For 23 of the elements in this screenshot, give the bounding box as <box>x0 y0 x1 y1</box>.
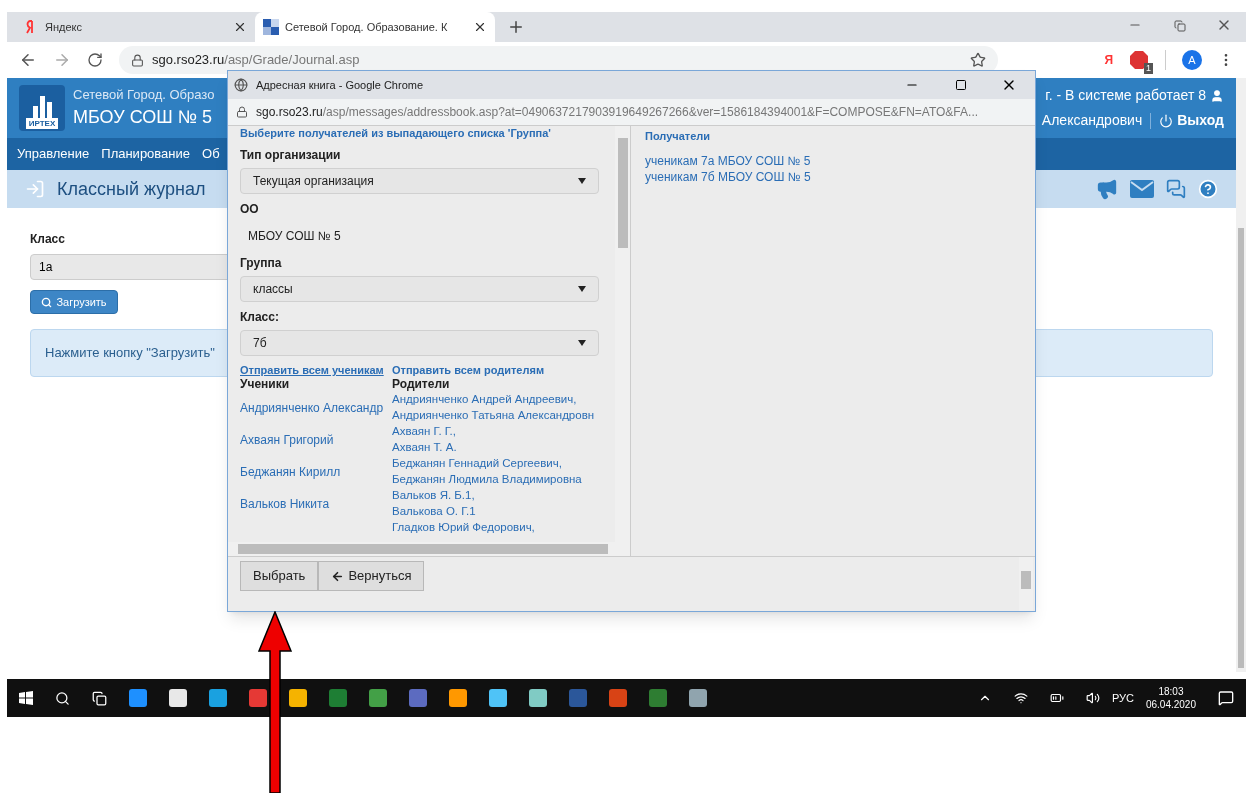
notice-text: Нажмите кнопку "Загрузить" <box>45 344 215 363</box>
field-label: Тип организации <box>240 148 341 162</box>
field-label: ОО <box>240 202 259 216</box>
extension-badge: 1 <box>1144 63 1153 74</box>
hint-text: Выберите получателей из выпадающего списка 'Группа' <box>240 126 551 140</box>
popup-title: Адресная книга - Google Chrome <box>256 77 425 93</box>
online-status: г. - В системе работает 8 <box>1045 86 1206 105</box>
logo-text: ИРТЕХ <box>25 118 59 129</box>
tab-title: Сетевой Город. Образование. К <box>285 19 449 35</box>
field-label: Класс: <box>240 310 279 324</box>
url-text: sgo.rso23.ru/asp/Grade/Journal.asp <box>152 51 361 70</box>
school-name: МБОУ СОШ № 5 <box>73 106 213 130</box>
field-label: Класс <box>30 231 65 248</box>
page-title: Классный журнал <box>57 177 206 201</box>
user-name: Александрович <box>1041 111 1143 130</box>
tab-title: Яндекс <box>45 19 83 35</box>
column-header: Родители <box>392 377 450 391</box>
field-value: МБОУ СОШ № 5 <box>248 229 341 243</box>
recipients-heading: Получатели <box>645 129 712 144</box>
field-label: Группа <box>240 256 282 270</box>
site-title: Сетевой Город. Образо <box>73 85 215 104</box>
column-header: Ученики <box>240 377 291 391</box>
popup-url: sgo.rso23.ru/asp/messages/addressbook.asp?at=0490637217903919649267266&ver=1586184394001&F=COMPOSE&FN=ATO&FA... <box>256 104 979 121</box>
